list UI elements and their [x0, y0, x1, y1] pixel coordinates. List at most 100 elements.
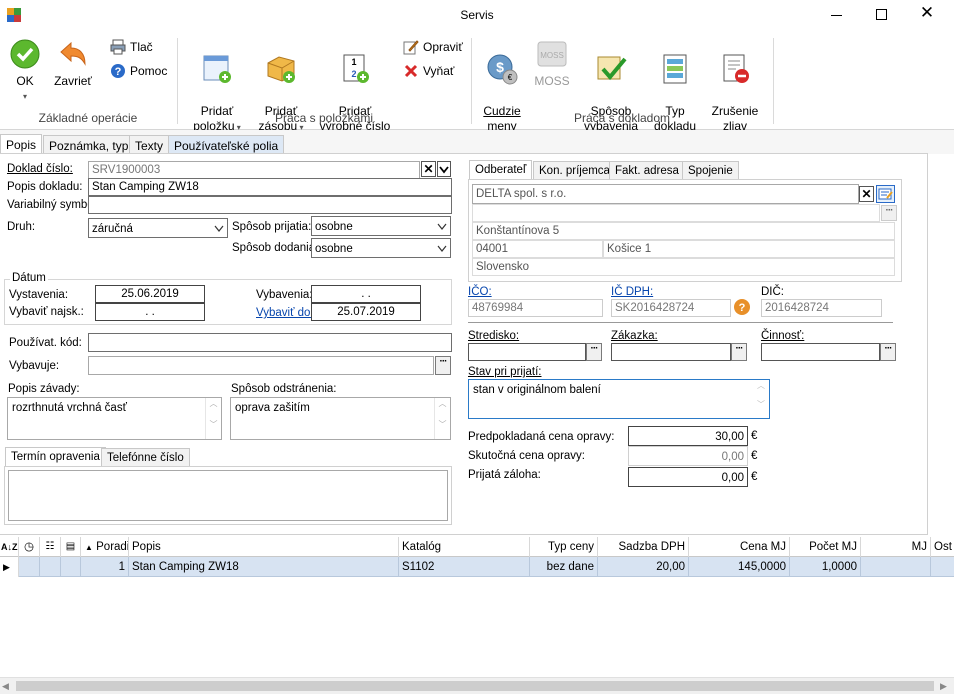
horizontal-scrollbar[interactable]: ◀ ▶ [0, 677, 954, 694]
cost-center-lookup-button[interactable]: ··· [586, 343, 602, 361]
group-doc-label: Práca s dokladom [573, 111, 671, 125]
zip-field[interactable]: 04001 [472, 240, 603, 258]
close-icon: ✕ [919, 3, 935, 22]
col-description[interactable]: Popis [129, 537, 399, 557]
tab-phone-number[interactable]: Telefónne číslo [101, 448, 190, 467]
tab-note-type[interactable]: Poznámka, typ [43, 135, 135, 154]
customer-name-field[interactable]: DELTA spol. s r.o. [472, 184, 859, 204]
clear-customer-button[interactable]: ✕ [859, 186, 874, 202]
earliest-date-label: Vybaviť najsk.: [9, 306, 84, 318]
activity-field[interactable] [761, 343, 880, 361]
print-button[interactable]: Tlač [110, 39, 153, 55]
kind-select[interactable]: záručná [88, 218, 228, 238]
activity-lookup-button[interactable]: ··· [880, 343, 896, 361]
tab-connection[interactable]: Spojenie [682, 161, 739, 180]
doc-number-dropdown-button[interactable] [437, 161, 451, 177]
close-button[interactable]: Zavrieť [50, 38, 96, 89]
tab-final-recipient[interactable]: Kon. príjemca [533, 161, 616, 180]
tab-popis[interactable]: Popis [0, 134, 43, 154]
icdph-check-button[interactable]: ? [733, 298, 751, 316]
col-price-type[interactable]: Typ ceny [530, 537, 598, 557]
order-lookup-button[interactable]: ··· [731, 343, 747, 361]
ico-field[interactable]: 48769984 [468, 299, 603, 317]
settled-date-field[interactable]: . . [311, 285, 421, 303]
user-code-field[interactable] [88, 333, 452, 352]
sort-az-button[interactable]: A↓Z [0, 537, 19, 557]
col-other[interactable]: Ost [931, 537, 954, 557]
state-on-receipt-value: stan v originálnom balení [473, 384, 601, 396]
receive-method-label: Spôsob prijatia: [232, 221, 312, 233]
due-date-link[interactable]: Vybaviť do: [256, 307, 314, 319]
state-scrollbar[interactable]: ︿ ﹀ [753, 380, 769, 418]
cut-button[interactable]: Vyňať [403, 63, 454, 79]
order-field[interactable] [611, 343, 731, 361]
edit-icon [403, 40, 419, 55]
col-catalog[interactable]: Katalóg [399, 537, 530, 557]
doc-column-button[interactable]: ▤ [61, 537, 81, 557]
moss-button[interactable]: MOSS MOSS [532, 38, 572, 89]
variable-symbol-field[interactable] [88, 196, 452, 214]
col-order[interactable]: ▲ Poradie [81, 537, 129, 557]
fix-scrollbar[interactable]: ︿ ﹀ [434, 398, 450, 439]
fault-description-textarea[interactable]: rozrthnutá vrchná časť ︿ ﹀ [7, 397, 222, 440]
advance-field[interactable]: 0,00 [628, 467, 748, 487]
handler-lookup-button[interactable]: ··· [435, 356, 451, 375]
row-other [931, 557, 954, 577]
tab-invoice-address[interactable]: Fakt. adresa [609, 161, 685, 180]
col-quantity[interactable]: Počet MJ [790, 537, 861, 557]
help-button[interactable]: ? Pomoc [110, 63, 167, 79]
chevron-down-icon [214, 225, 224, 232]
city-field[interactable]: Košice 1 [603, 240, 895, 258]
ico-link[interactable]: IČO: [468, 286, 492, 298]
col-unit[interactable]: MJ [861, 537, 931, 557]
sort-az-icon: A↓Z [1, 542, 18, 552]
col-vat-rate[interactable]: Sadzba DPH [598, 537, 689, 557]
fix-method-textarea[interactable]: oprava zašitím ︿ ﹀ [230, 397, 451, 440]
icdph-link[interactable]: IČ DPH: [611, 286, 653, 298]
repair-term-field[interactable] [8, 470, 448, 521]
doc-description-field[interactable]: Stan Camping ZW18 [88, 178, 452, 196]
address-book-button[interactable] [876, 185, 895, 203]
state-on-receipt-textarea[interactable]: stan v originálnom balení ︿ ﹀ [468, 379, 770, 419]
icdph-field[interactable]: SK2016428724 [611, 299, 731, 317]
table-row[interactable]: ▶ 1 Stan Camping ZW18 S1102 bez dane 20,… [0, 557, 954, 577]
receive-method-select[interactable]: osobne [311, 216, 451, 236]
date-group-label: Dátum [10, 272, 48, 284]
tree-column-button[interactable]: ☷ [40, 537, 61, 557]
issued-date-field[interactable]: 25.06.2019 [95, 285, 205, 303]
clear-doc-number-button[interactable]: ✕ [421, 161, 436, 177]
street-field[interactable]: Konštantínova 5 [472, 222, 895, 240]
ellipsis-icon: ··· [735, 343, 744, 354]
cost-center-field[interactable] [468, 343, 586, 361]
minimize-button[interactable] [822, 6, 852, 24]
tab-customer[interactable]: Odberateľ [469, 160, 533, 180]
maximize-button[interactable] [866, 6, 896, 24]
tab-repair-term[interactable]: Termín opravenia [5, 447, 106, 467]
tab-texts[interactable]: Texty [129, 135, 170, 154]
customer-lookup-button[interactable]: ··· [881, 205, 897, 221]
col-unit-price[interactable]: Cena MJ [689, 537, 790, 557]
clock-column-button[interactable]: ◷ [19, 537, 40, 557]
advance-label: Prijatá záloha: [468, 469, 541, 481]
dic-field[interactable]: 2016428724 [761, 299, 882, 317]
delivery-method-select[interactable]: osobne [311, 238, 451, 258]
earliest-date-field[interactable]: . . [95, 303, 205, 321]
customer-name2-field[interactable] [472, 204, 880, 222]
tab-user-fields[interactable]: Používateľské polia [168, 135, 285, 154]
ok-button[interactable]: OK ▾ [6, 38, 44, 104]
doc-number-field[interactable]: SRV1900003 [88, 161, 420, 179]
document-icon: ▤ [65, 541, 76, 552]
close-window-button[interactable]: ✕ [912, 3, 942, 25]
divider [468, 322, 893, 323]
row-vat-rate: 20,00 [598, 557, 689, 577]
scroll-thumb[interactable] [16, 681, 934, 691]
real-price-field[interactable]: 0,00 [628, 446, 748, 466]
due-date-field[interactable]: 25.07.2019 [311, 303, 421, 321]
close-icon: ✕ [423, 162, 434, 176]
estimated-price-field[interactable]: 30,00 [628, 426, 748, 446]
country-field[interactable]: Slovensko [472, 258, 895, 276]
variable-symbol-label: Variabilný symbol: [7, 199, 100, 211]
edit-button[interactable]: Opraviť [403, 39, 463, 55]
fault-scrollbar[interactable]: ︿ ﹀ [205, 398, 221, 439]
handler-field[interactable] [88, 356, 434, 375]
